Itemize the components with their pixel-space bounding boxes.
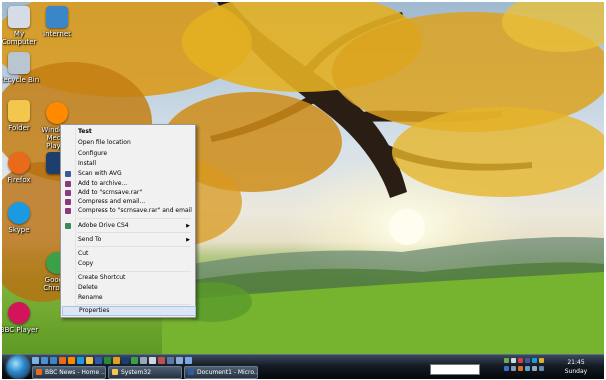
archive-icon xyxy=(65,199,71,205)
desktop-icon-bbc-player[interactable]: BBC Player xyxy=(2,302,41,334)
taskbar-button-document1[interactable]: Document1 - Micro... xyxy=(184,366,258,379)
menu-separator xyxy=(77,218,191,219)
switch-windows-icon[interactable] xyxy=(41,357,48,364)
skype-icon[interactable] xyxy=(77,357,84,364)
submenu-arrow-icon: ▶ xyxy=(186,237,190,243)
outlook-icon[interactable] xyxy=(113,357,120,364)
menu-item-compress-to-rar-and-email[interactable]: Compress to "scrnsave.rar" and email xyxy=(62,206,194,216)
bluetooth-icon[interactable] xyxy=(504,366,509,371)
folder-icon xyxy=(8,100,30,122)
control-panel-icon[interactable] xyxy=(167,357,174,364)
calculator-icon[interactable] xyxy=(140,357,147,364)
update-icon[interactable] xyxy=(539,358,544,363)
menu-item-install[interactable]: Install xyxy=(62,159,194,169)
clock-day: Sunday xyxy=(564,368,588,375)
internet-explorer-icon[interactable] xyxy=(50,357,57,364)
notepad-icon[interactable] xyxy=(149,357,156,364)
power-icon[interactable] xyxy=(511,366,516,371)
computer-icon xyxy=(8,6,30,28)
itunes-icon[interactable] xyxy=(185,357,192,364)
archive-icon xyxy=(65,208,71,214)
taskbar-search-input[interactable] xyxy=(430,364,480,375)
menu-separator xyxy=(77,271,191,272)
menu-separator xyxy=(77,246,191,247)
menu-item-configure[interactable]: Configure xyxy=(62,149,194,159)
adobe-drive-icon xyxy=(65,223,71,229)
folder-icon xyxy=(112,369,118,375)
display-icon[interactable] xyxy=(539,366,544,371)
menu-item-test[interactable]: Test xyxy=(62,127,194,137)
clock[interactable]: 21:45 Sunday xyxy=(556,358,596,376)
recycle-bin-icon xyxy=(8,52,30,74)
menu-item-rename[interactable]: Rename xyxy=(62,293,194,303)
menu-item-delete[interactable]: Delete xyxy=(62,283,194,293)
start-button[interactable] xyxy=(7,356,29,378)
desktop-icon-skype[interactable]: Skype xyxy=(2,202,41,234)
network-icon[interactable] xyxy=(504,358,509,363)
menu-item-open-file-location[interactable]: Open file location xyxy=(62,138,194,148)
menu-item-properties[interactable]: Properties xyxy=(62,306,196,316)
excel-icon[interactable] xyxy=(104,357,111,364)
security-icon[interactable] xyxy=(518,358,523,363)
avg-icon[interactable] xyxy=(525,358,530,363)
archive-icon xyxy=(65,190,71,196)
desktop-icon-internet[interactable]: Internet xyxy=(35,6,79,38)
media-player-icon xyxy=(46,102,68,124)
bbc-player-icon xyxy=(8,302,30,324)
taskbar-button-system32[interactable]: System32 xyxy=(108,366,182,379)
clock-time: 21:45 xyxy=(567,359,585,366)
archive-icon xyxy=(65,181,71,187)
search-icon[interactable] xyxy=(176,357,183,364)
media-player-icon[interactable] xyxy=(68,357,75,364)
word-icon xyxy=(188,369,194,375)
skype-icon xyxy=(8,202,30,224)
taskbar: BBC News - Home ... System32 Document1 -… xyxy=(2,354,604,379)
system-tray xyxy=(504,356,564,378)
warning-icon[interactable] xyxy=(518,366,523,371)
menu-item-adobe-drive[interactable]: Adobe Drive CS4 ▶ xyxy=(62,221,194,231)
volume-icon[interactable] xyxy=(511,358,516,363)
internet-explorer-icon xyxy=(46,6,68,28)
printer-icon[interactable] xyxy=(532,366,537,371)
menu-item-cut[interactable]: Cut xyxy=(62,249,194,259)
menu-item-send-to[interactable]: Send To ▶ xyxy=(62,235,194,245)
menu-separator xyxy=(77,304,191,305)
menu-item-scan-with-avg[interactable]: Scan with AVG xyxy=(62,169,194,179)
context-menu: Test Open file location Configure Instal… xyxy=(60,124,196,318)
firefox-icon[interactable] xyxy=(59,357,66,364)
chrome-icon[interactable] xyxy=(131,357,138,364)
avg-icon xyxy=(65,171,71,177)
desktop-icon-recycle-bin[interactable]: Recycle Bin xyxy=(2,52,41,84)
photoshop-icon[interactable] xyxy=(122,357,129,364)
skype-icon[interactable] xyxy=(532,358,537,363)
show-desktop-icon[interactable] xyxy=(32,357,39,364)
menu-item-create-shortcut[interactable]: Create Shortcut xyxy=(62,273,194,283)
menu-item-copy[interactable]: Copy xyxy=(62,259,194,269)
folder-icon[interactable] xyxy=(86,357,93,364)
menu-separator xyxy=(77,232,191,233)
sync-icon[interactable] xyxy=(525,366,530,371)
word-icon[interactable] xyxy=(95,357,102,364)
firefox-icon xyxy=(8,152,30,174)
submenu-arrow-icon: ▶ xyxy=(186,223,190,229)
firefox-icon xyxy=(36,369,42,375)
paint-icon[interactable] xyxy=(158,357,165,364)
taskbar-button-bbc-news[interactable]: BBC News - Home ... xyxy=(32,366,106,379)
